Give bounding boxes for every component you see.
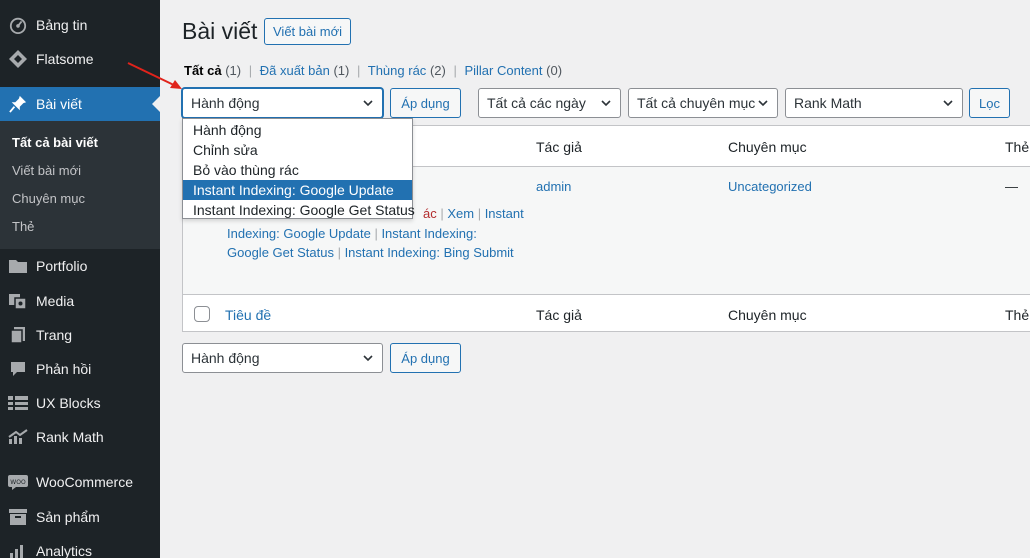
menu-item-woocommerce[interactable]: WOO WooCommerce xyxy=(0,465,160,499)
row-tags-value: — xyxy=(1005,179,1018,194)
menu-label: WooCommerce xyxy=(36,474,133,490)
chevron-down-icon xyxy=(363,355,373,362)
filter-published-count: (1) xyxy=(333,63,350,78)
row-author-link[interactable]: admin xyxy=(536,179,571,194)
row-action-view[interactable]: Xem xyxy=(447,206,474,221)
submenu-add-new[interactable]: Viết bài mới xyxy=(12,163,81,178)
pages-icon xyxy=(8,325,28,345)
bulk-action-dropdown[interactable]: Hành động Chỉnh sửa Bỏ vào thùng rác Ins… xyxy=(182,118,415,220)
submenu-categories[interactable]: Chuyên mục xyxy=(12,191,85,206)
menu-item-products[interactable]: Sản phẩm xyxy=(0,500,160,534)
filter-trash-count: (2) xyxy=(429,63,446,78)
column-tags-footer: Thẻ xyxy=(1005,307,1030,323)
dropdown-option[interactable]: Instant Indexing: Google Get Status xyxy=(183,200,415,220)
filter-trash[interactable]: Thùng rác xyxy=(368,63,427,78)
menu-label: Trang xyxy=(36,327,73,343)
column-category-footer: Chuyên mục xyxy=(728,307,807,323)
products-icon xyxy=(8,507,28,527)
column-author-footer: Tác giả xyxy=(536,307,582,323)
menu-item-analytics[interactable]: Analytics xyxy=(0,534,160,558)
separator: | xyxy=(453,63,457,78)
flatsome-icon xyxy=(8,49,28,69)
status-filters: Tất cả (1) | Đã xuất bản (1) | Thùng rác… xyxy=(184,63,562,78)
menu-label: Portfolio xyxy=(36,258,88,274)
dropdown-option-selected[interactable]: Instant Indexing: Google Update xyxy=(183,180,412,200)
menu-label: UX Blocks xyxy=(36,395,101,411)
menu-label: Analytics xyxy=(36,543,93,558)
table-footer: Tiêu đề Tác giả Chuyên mục Thẻ xyxy=(183,296,1030,336)
menu-item-ux-blocks[interactable]: UX Blocks xyxy=(0,386,160,420)
blocks-icon xyxy=(8,393,28,413)
menu-item-media[interactable]: Media xyxy=(0,284,160,318)
submenu-all-posts[interactable]: Tất cả bài viết xyxy=(12,135,98,150)
row-action-instant-indexing[interactable]: Instant Indexing: xyxy=(381,226,476,241)
woocommerce-icon: WOO xyxy=(8,472,28,492)
category-filter-value: Tất cả chuyên mục xyxy=(637,95,756,111)
row-action-trash[interactable]: ác xyxy=(423,206,437,221)
chevron-down-icon xyxy=(601,100,611,107)
menu-label: Phản hồi xyxy=(36,361,92,377)
add-new-post-button[interactable]: Viết bài mới xyxy=(264,18,351,45)
menu-item-pages[interactable]: Trang xyxy=(0,318,160,352)
date-filter-value: Tất cả các ngày xyxy=(487,95,586,111)
filter-all-count: (1) xyxy=(225,63,242,78)
posts-submenu: Tất cả bài viết Viết bài mới Chuyên mục … xyxy=(0,121,160,249)
menu-item-portfolio[interactable]: Portfolio xyxy=(0,249,160,283)
separator: | xyxy=(356,63,361,78)
apply-button-top[interactable]: Áp dụng xyxy=(390,88,461,118)
filter-pillar-count: (0) xyxy=(546,63,563,78)
menu-label: Flatsome xyxy=(36,51,94,67)
menu-label: Sản phẩm xyxy=(36,509,100,525)
menu-item-dashboard[interactable]: Bảng tin xyxy=(0,8,160,42)
separator: | xyxy=(248,63,253,78)
svg-text:WOO: WOO xyxy=(10,479,26,486)
date-filter-select[interactable]: Tất cả các ngày xyxy=(478,88,621,118)
media-icon xyxy=(8,291,28,311)
chevron-down-icon xyxy=(758,98,768,108)
menu-label: Bảng tin xyxy=(36,17,88,33)
dropdown-option[interactable]: Hành động xyxy=(183,120,412,140)
row-action-instant[interactable]: Instant xyxy=(485,206,524,221)
dropdown-option[interactable]: Chỉnh sửa xyxy=(183,140,412,160)
page-title: Bài viết xyxy=(182,18,258,44)
submenu-tags[interactable]: Thẻ xyxy=(12,219,34,234)
dropdown-option[interactable]: Bỏ vào thùng rác xyxy=(183,160,412,180)
menu-item-rank-math[interactable]: Rank Math xyxy=(0,420,160,454)
comments-icon xyxy=(8,359,28,379)
row-action-google-status[interactable]: Google Get Status xyxy=(227,245,334,260)
chevron-down-icon xyxy=(943,100,953,107)
row-action-google-update[interactable]: Indexing: Google Update xyxy=(227,226,371,241)
filter-all[interactable]: Tất cả xyxy=(184,63,222,78)
rank-math-filter-select[interactable]: Rank Math xyxy=(785,88,963,118)
dashboard-icon xyxy=(8,15,28,35)
select-all-checkbox[interactable] xyxy=(194,306,210,322)
category-filter-select[interactable]: Tất cả chuyên mục xyxy=(628,88,778,118)
column-author: Tác giả xyxy=(536,139,582,155)
chart-icon xyxy=(8,427,28,447)
folder-icon xyxy=(8,256,28,276)
filter-published[interactable]: Đã xuất bản xyxy=(260,63,330,78)
bulk-action-select-top[interactable]: Hành động xyxy=(182,88,383,118)
filter-pillar[interactable]: Pillar Content xyxy=(464,63,542,78)
apply-button-bottom[interactable]: Áp dụng xyxy=(390,343,461,373)
analytics-icon xyxy=(8,541,28,558)
menu-label: Media xyxy=(36,293,75,309)
row-category-link[interactable]: Uncategorized xyxy=(728,179,812,194)
menu-label: Bài viết xyxy=(36,96,82,112)
chevron-down-icon xyxy=(363,100,373,107)
bulk-action-select-bottom[interactable]: Hành động xyxy=(182,343,383,373)
column-tags: Thẻ xyxy=(1005,139,1030,155)
annotation-arrow-icon xyxy=(127,62,182,89)
menu-item-comments[interactable]: Phản hồi xyxy=(0,352,160,386)
bulk-action-value: Hành động xyxy=(191,350,260,366)
menu-label: Rank Math xyxy=(36,429,104,445)
column-category: Chuyên mục xyxy=(728,139,807,155)
bulk-action-value: Hành động xyxy=(191,95,260,111)
pin-icon xyxy=(8,94,28,114)
rank-math-filter-value: Rank Math xyxy=(794,95,862,111)
row-action-bing-submit[interactable]: Instant Indexing: Bing Submit xyxy=(345,245,514,260)
filter-button[interactable]: Lọc xyxy=(969,88,1010,118)
column-title-sort[interactable]: Tiêu đề xyxy=(225,307,271,323)
